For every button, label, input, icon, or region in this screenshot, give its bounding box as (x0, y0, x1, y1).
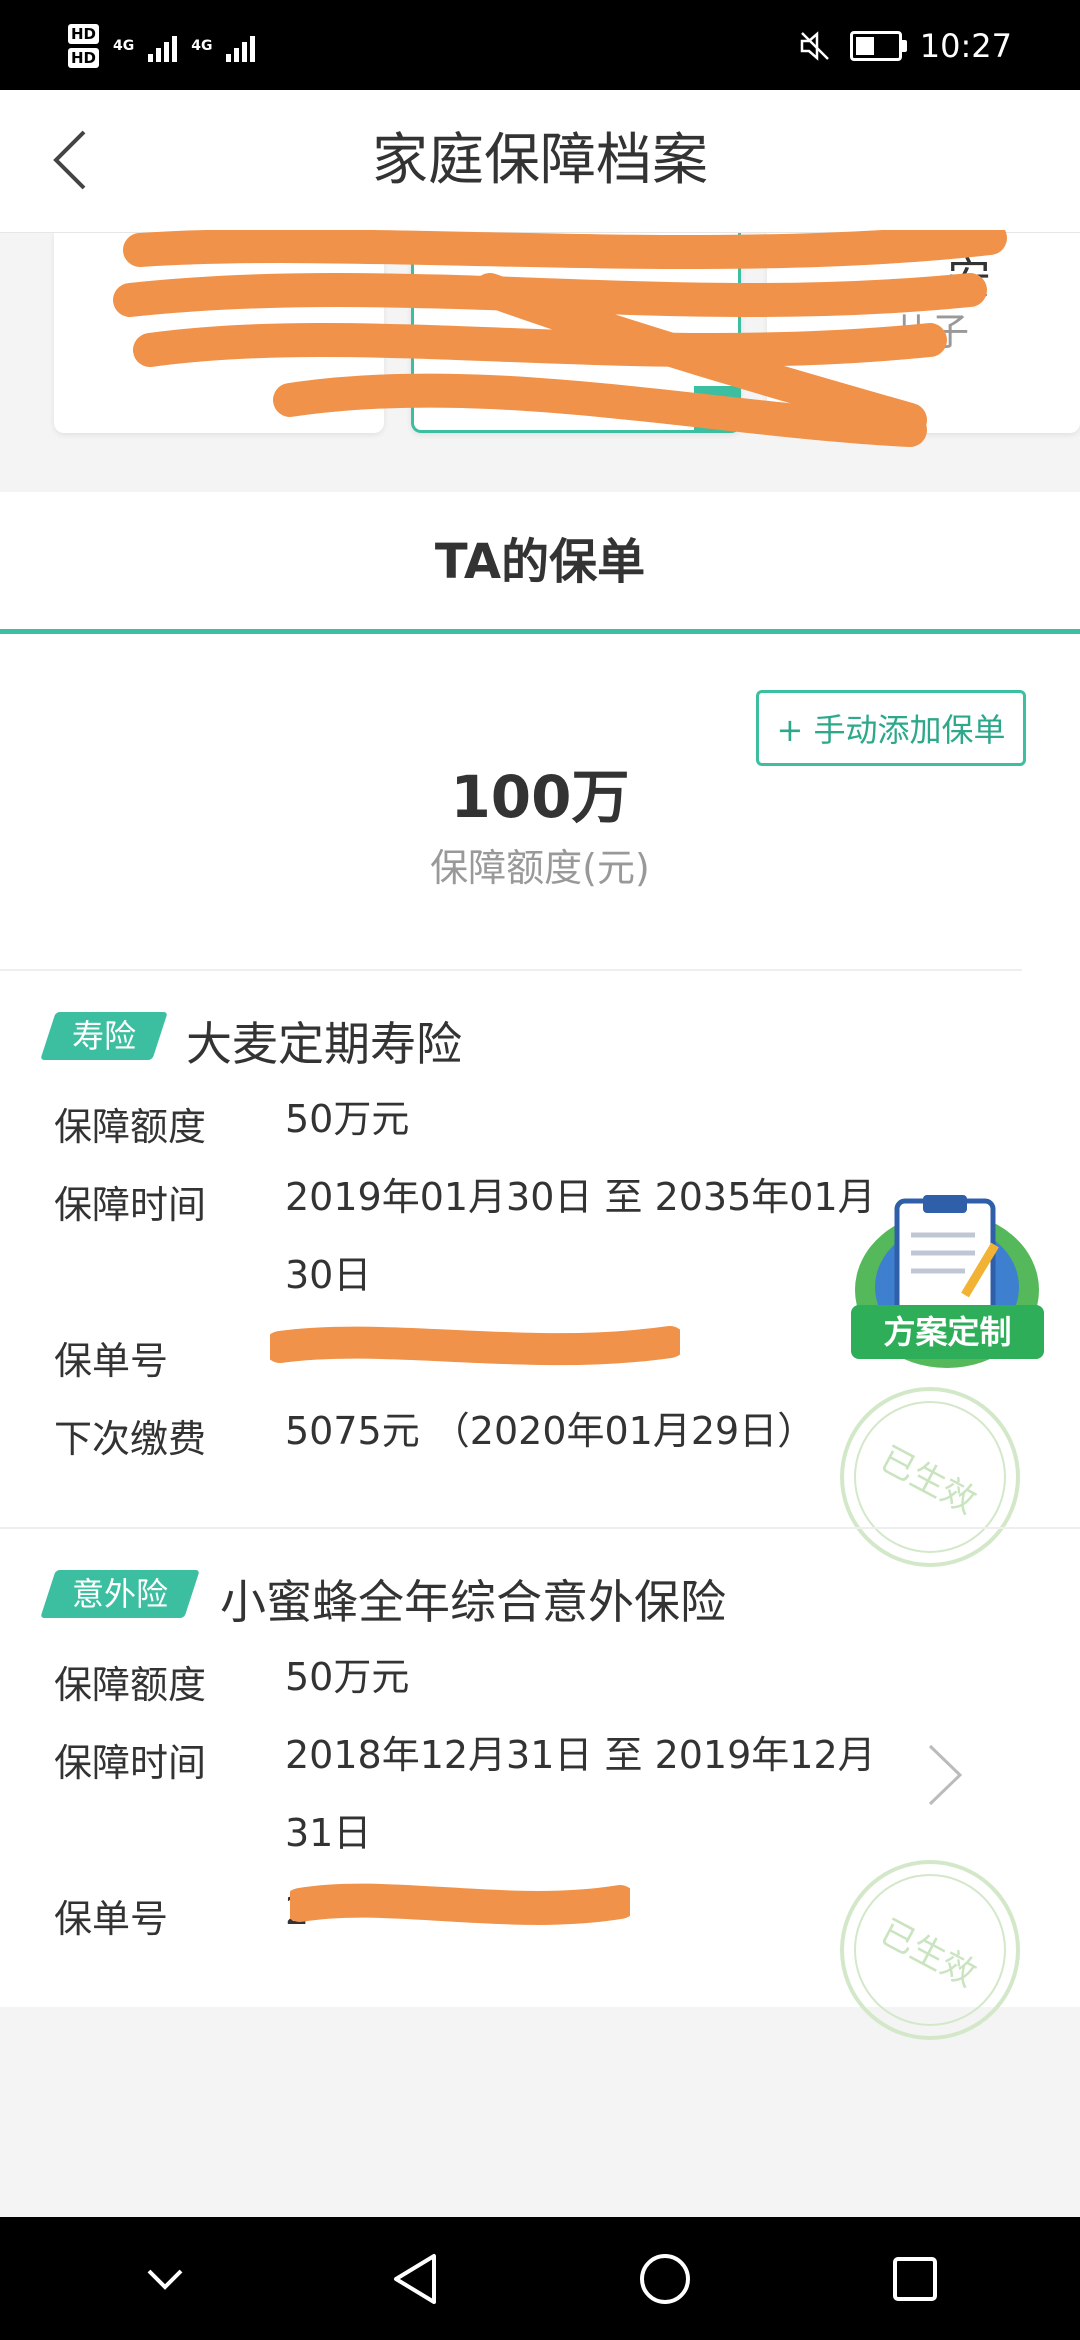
total-coverage-label: 保障额度(元) (430, 846, 650, 890)
policy-card[interactable]: 意外险 小蜜蜂全年综合意外保险 保障额度 50万元 保障时间 2018年12月3… (0, 1550, 1080, 2040)
system-nav-bar (0, 2217, 1080, 2340)
status-stamp: 已生效 (840, 1387, 1020, 1567)
divider (0, 969, 1022, 971)
status-right: 10:27 (798, 18, 1012, 74)
clock: 10:27 (919, 27, 1012, 65)
member-card[interactable] (54, 233, 384, 433)
network-type: 4G (191, 38, 213, 54)
policy-name: 小蜜蜂全年综合意外保险 (220, 1575, 726, 1629)
plan-customize-float-button[interactable]: 方案定制 (845, 1195, 1050, 1385)
row-value: 2018年12月31日 至 2019年12月31日 (285, 1733, 876, 1855)
nav-home-button[interactable] (630, 2244, 700, 2314)
nav-back-button[interactable] (380, 2244, 450, 2314)
row-value: 50万元 (285, 1097, 410, 1141)
redaction-scribble (270, 1326, 680, 1366)
mute-icon (800, 31, 829, 61)
row-label: 保单号 (54, 1897, 169, 1941)
row-value: 50万元 (285, 1655, 410, 1699)
chevron-down-icon (147, 2269, 183, 2290)
row-value: 5075元 （2020年01月29日） (285, 1409, 816, 1453)
member-card[interactable]: 安 儿子 (767, 233, 1080, 433)
signal-icon (226, 30, 256, 62)
member-card-selected[interactable] (411, 233, 741, 433)
page-title: 家庭保障档案 (372, 128, 708, 193)
back-button[interactable] (40, 130, 100, 190)
divider (0, 1527, 1080, 1529)
triangle-back-icon (394, 2253, 436, 2304)
top-bar: 家庭保障档案 (0, 90, 1080, 233)
chevron-right-icon[interactable] (920, 1740, 970, 1810)
nav-recents-button[interactable] (880, 2244, 950, 2314)
family-member-carousel[interactable]: 安 儿子 (0, 233, 1080, 491)
hd-badge: HD (68, 48, 100, 68)
status-bar: HD HD 4G 4G 10:27 (0, 0, 1080, 90)
row-value: 2019年01月30日 至 2035年01月30日 (285, 1175, 876, 1297)
hd-badge: HD (68, 24, 100, 44)
square-recents-icon (893, 2256, 937, 2301)
row-label: 下次缴费 (54, 1417, 207, 1461)
policy-type-badge: 意外险 (40, 1570, 200, 1618)
row-label: 保障时间 (54, 1741, 207, 1785)
tab-indicator (0, 629, 1080, 634)
float-button-label: 方案定制 (883, 1313, 1012, 1351)
policy-type-badge: 寿险 (40, 1012, 168, 1060)
row-label: 保单号 (54, 1339, 169, 1383)
row-label: 保障额度 (54, 1663, 207, 1707)
signal-icon (148, 30, 178, 62)
total-coverage-amount: 100万 (450, 763, 630, 831)
circle-home-icon (640, 2253, 690, 2304)
network-type: 4G (113, 38, 135, 54)
selected-check-icon (694, 386, 738, 430)
chevron-left-icon (53, 130, 86, 190)
member-relation: 儿子 (893, 310, 970, 354)
signal-group: HD HD 4G 4G (68, 16, 256, 76)
row-label: 保障时间 (54, 1183, 207, 1227)
battery-icon (849, 31, 907, 61)
redaction-scribble (290, 1883, 630, 1925)
nav-collapse-button[interactable] (130, 2244, 200, 2314)
tab-ta-policies[interactable]: TA的保单 (0, 492, 1080, 632)
member-name: 安 (947, 254, 991, 305)
policy-name: 大麦定期寿险 (186, 1017, 462, 1071)
row-label: 保障额度 (54, 1105, 207, 1149)
clipboard-icon (851, 1195, 1044, 1368)
status-stamp: 已生效 (840, 1860, 1020, 2040)
